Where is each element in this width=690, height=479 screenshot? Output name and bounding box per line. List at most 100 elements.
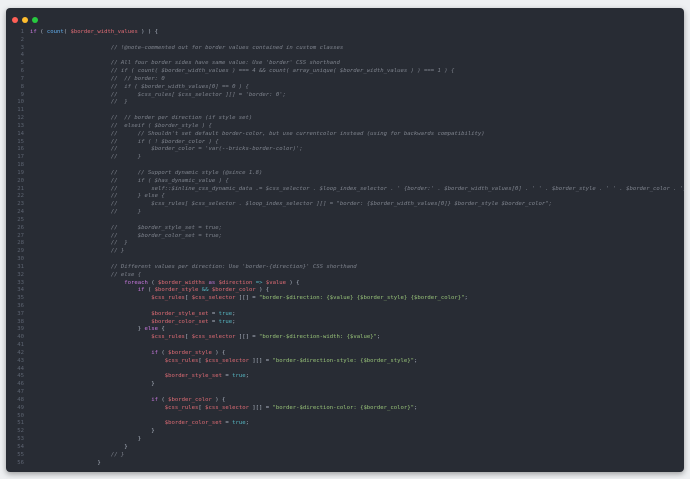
- line-number: 2: [20, 36, 24, 43]
- line-number: 25: [17, 216, 24, 223]
- code-token: true: [218, 318, 233, 325]
- code-line: 24 // }: [6, 209, 684, 217]
- code-line: 10 // }: [6, 99, 684, 107]
- line-text: $css_rules[ $css_selector ][] = "border-…: [30, 295, 468, 303]
- line-number: 55: [17, 451, 24, 458]
- line-number: 41: [17, 342, 24, 349]
- code-token: "border-$direction-width: {$value}": [259, 334, 377, 341]
- code-token: (: [36, 29, 47, 35]
- code-token: ) {: [211, 349, 226, 356]
- code-token: ) {: [211, 396, 226, 403]
- code-token: =: [208, 310, 219, 317]
- line-number: 23: [17, 201, 24, 208]
- code-line: 48 if ( $border_color ) {: [6, 397, 684, 405]
- code-token: $border_style: [168, 349, 212, 356]
- line-number: 51: [17, 420, 24, 427]
- code-line: 53 }: [6, 436, 684, 444]
- code-token: $css_rules: [151, 334, 185, 341]
- code-token: foreach: [124, 279, 148, 286]
- window-titlebar: [6, 8, 684, 26]
- line-number: 14: [17, 130, 24, 137]
- code-token: // }: [110, 154, 142, 161]
- line-text: if ( $border_style ) {: [30, 350, 225, 358]
- code-token: "border-$direction: {$value} {$border_st…: [259, 295, 465, 302]
- line-number: 54: [17, 443, 24, 450]
- line-number: 34: [17, 287, 24, 294]
- code-line: 38 $border_color_set = true;: [6, 319, 684, 327]
- code-token: // }: [110, 209, 142, 216]
- code-line: 16 // $border_color = 'var(--bricks-bord…: [6, 146, 684, 154]
- code-line: 15 // if ( ! $border_color ) {: [6, 139, 684, 147]
- line-number: 33: [17, 279, 24, 286]
- line-text: // $css_rules[ $css_selector . $loop_ind…: [30, 201, 552, 209]
- code-token: true: [232, 420, 246, 427]
- code-token: }: [30, 326, 145, 333]
- line-text: // $css_rules[ $css_selector ][] = 'bord…: [30, 92, 286, 100]
- code-line: 46 }: [6, 381, 684, 389]
- code-token: ) {: [255, 287, 270, 294]
- code-token: }: [30, 381, 155, 388]
- code-token: // $css_rules[ $css_selector ][] = 'bord…: [110, 91, 286, 98]
- maximize-window-icon[interactable]: [32, 17, 38, 23]
- line-text: foreach ( $border_widths as $direction =…: [30, 279, 299, 288]
- code-token: $css_selector: [205, 357, 249, 364]
- code-token: $border_color: [168, 396, 212, 403]
- line-number: 17: [17, 154, 24, 161]
- line-number: 32: [17, 271, 24, 278]
- line-number: 8: [20, 83, 24, 90]
- code-token: =: [221, 420, 233, 427]
- code-line: 47: [6, 389, 684, 397]
- line-number: 15: [17, 138, 24, 145]
- code-token: $border_style_set: [151, 310, 209, 317]
- line-text: $border_style_set = true;: [30, 373, 249, 381]
- code-editor[interactable]: 1 if ( count( $border_width_values ) ) {2…: [6, 29, 684, 467]
- code-token: ;: [376, 334, 381, 341]
- code-token: // else {: [110, 271, 142, 278]
- code-token: ;: [245, 420, 249, 427]
- code-line: 37 $border_style_set = true;: [6, 311, 684, 319]
- line-number: 36: [17, 302, 24, 309]
- code-token: $border_style: [154, 287, 199, 294]
- code-token: true: [218, 310, 233, 317]
- line-text: }: [30, 460, 100, 468]
- code-token: // $css_rules[ $css_selector . $loop_ind…: [110, 201, 552, 208]
- close-window-icon[interactable]: [12, 17, 18, 23]
- code-line: 6 // if ( count( $border_width_values ) …: [6, 68, 684, 76]
- code-token: "border-$direction-style: {$border_style…: [272, 357, 414, 364]
- code-token: // }: [110, 248, 125, 255]
- code-token: // $border_style_set = true;: [110, 224, 222, 231]
- minimize-window-icon[interactable]: [22, 17, 28, 23]
- code-line: 19 // // Support dynamic style (@since 1…: [6, 170, 684, 178]
- code-token: ;: [413, 357, 418, 364]
- code-line: 18: [6, 162, 684, 170]
- code-line: 52 }: [6, 428, 684, 436]
- line-text: // $border_color = 'var(--bricks-border-…: [30, 146, 303, 154]
- line-text: } else {: [30, 326, 165, 334]
- line-number: 31: [17, 263, 24, 270]
- code-line: 32 // else {: [6, 272, 684, 280]
- line-text: // }: [30, 452, 124, 460]
- line-number: 11: [17, 107, 24, 114]
- code-token: (: [147, 279, 158, 286]
- line-number: 44: [17, 365, 24, 372]
- line-text: $border_color_set = true;: [30, 319, 235, 327]
- code-line: 21 // self::$inline_css_dynamic_data .= …: [6, 186, 684, 194]
- line-number: 46: [17, 381, 24, 388]
- code-token: ) ) {: [137, 29, 159, 35]
- line-number: 1: [20, 29, 24, 35]
- line-text: // // Shouldn't set default border-color…: [30, 131, 485, 139]
- line-number: 38: [17, 318, 24, 325]
